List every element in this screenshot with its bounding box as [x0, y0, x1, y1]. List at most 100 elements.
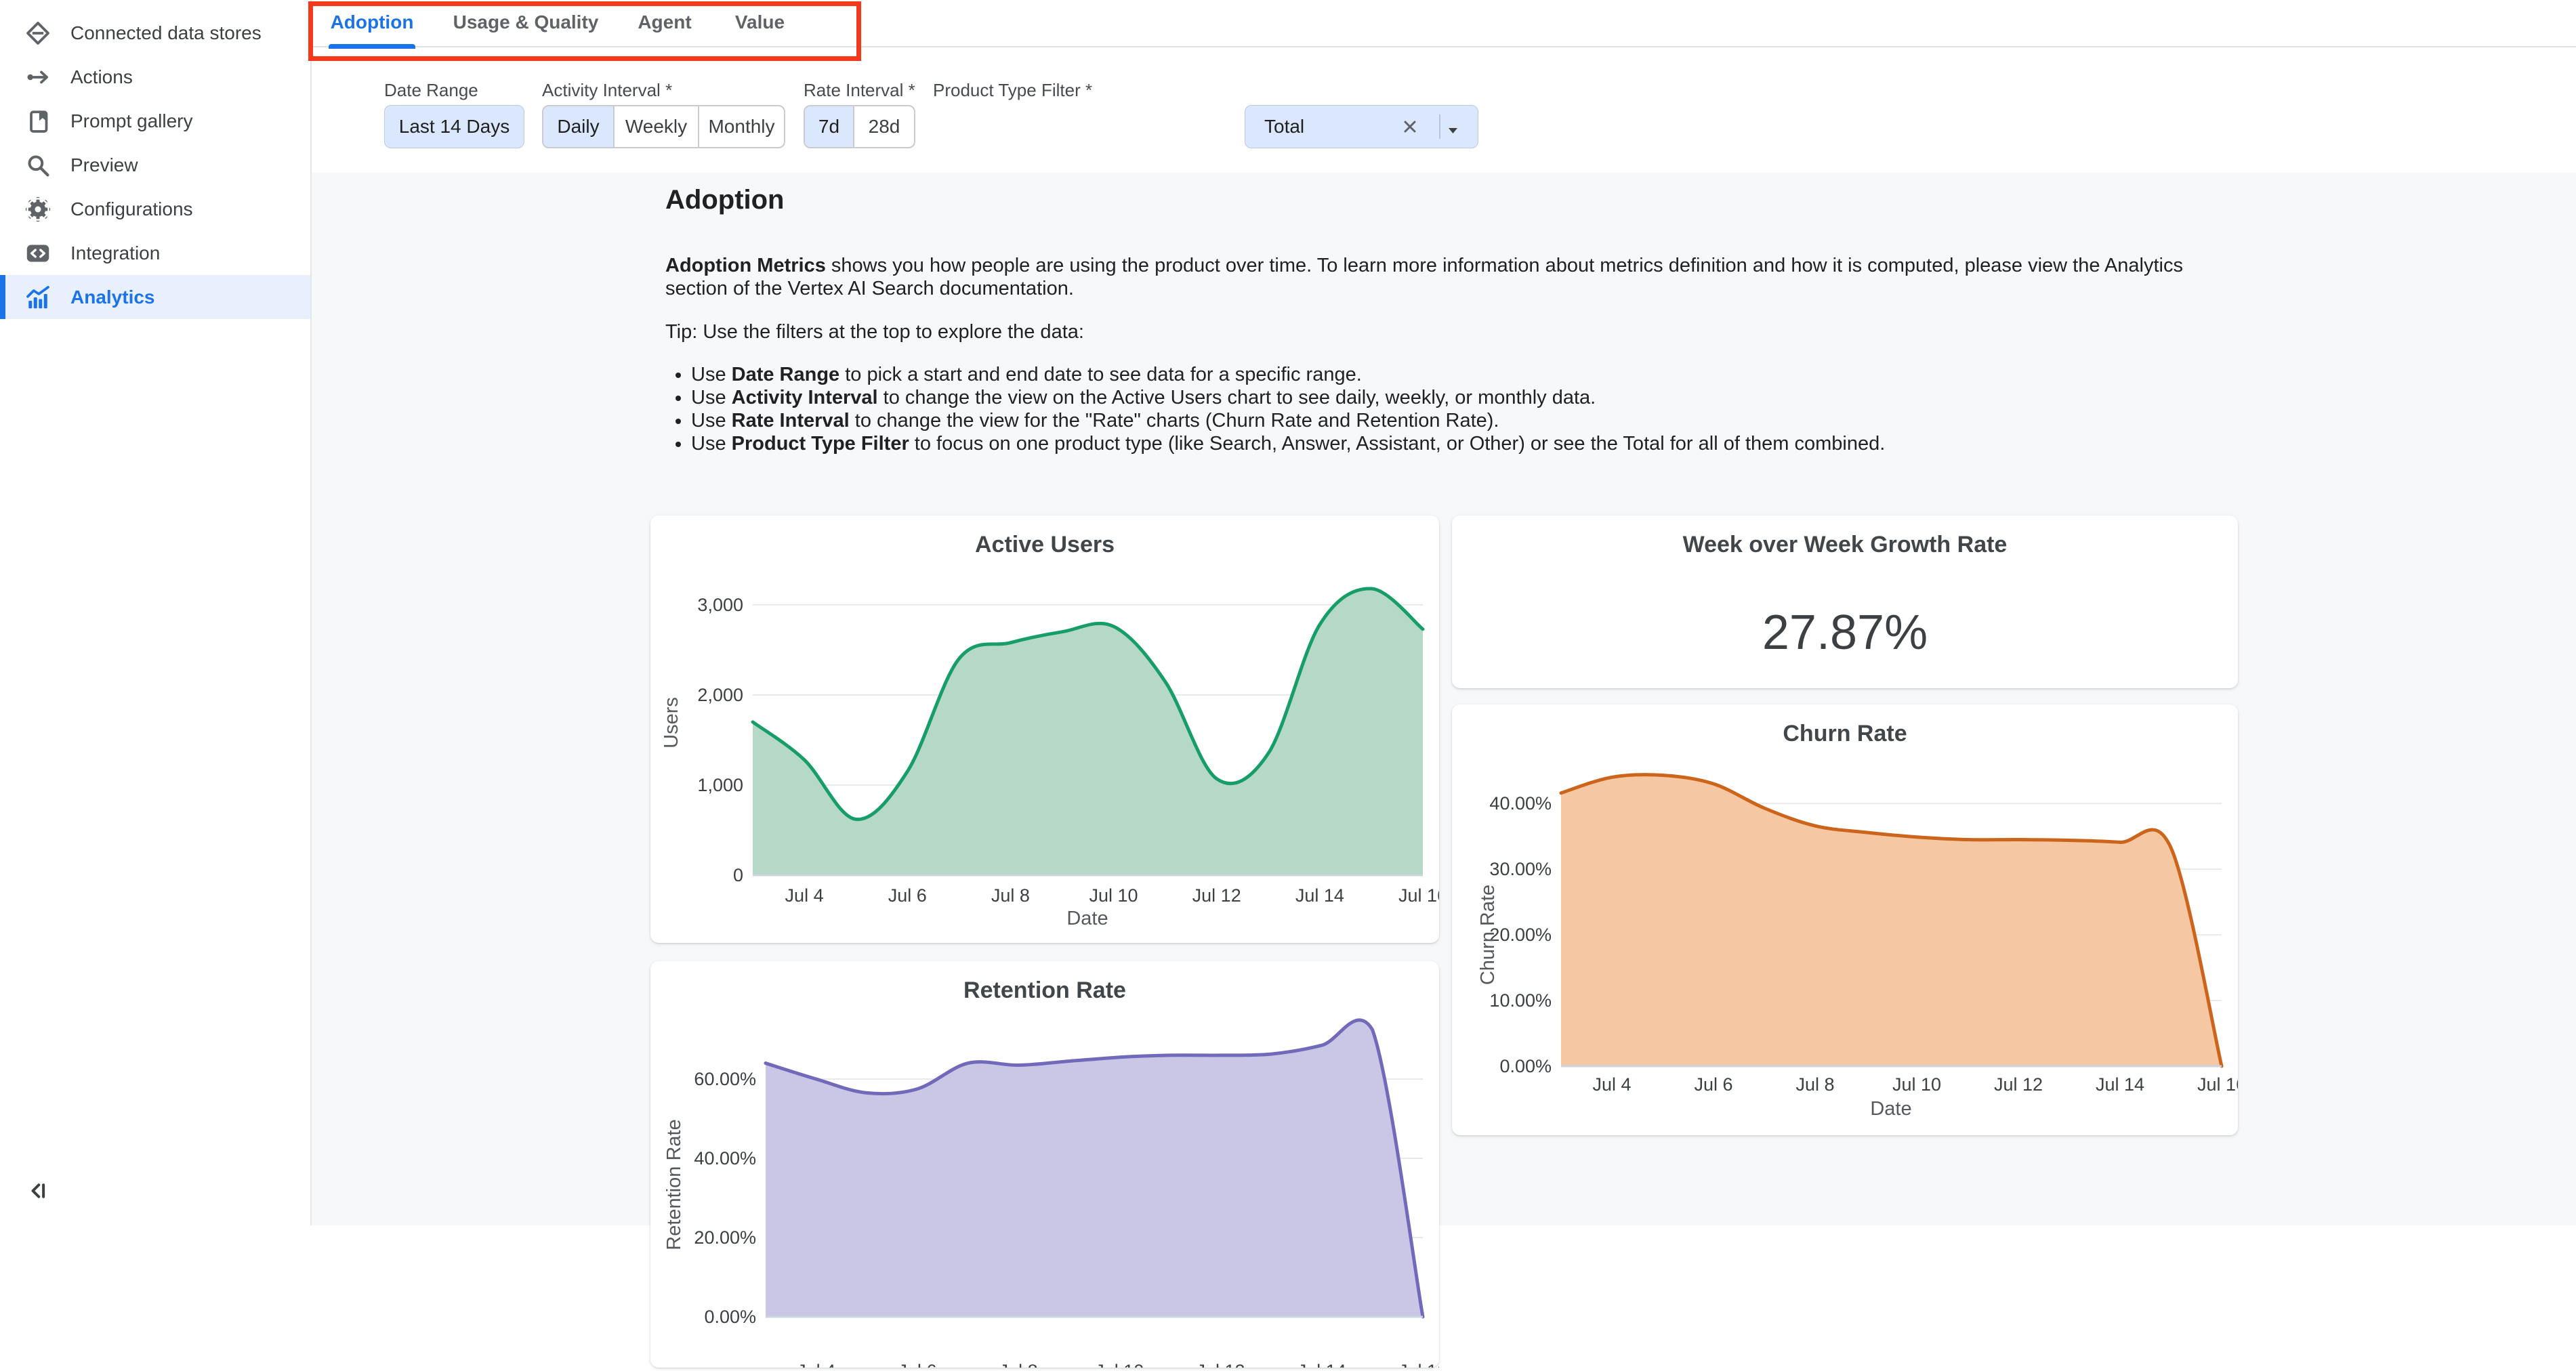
tab-adoption[interactable]: Adoption	[329, 0, 415, 47]
svg-text:Users: Users	[661, 697, 682, 748]
svg-text:Jul 10: Jul 10	[1892, 1074, 1941, 1095]
tab-bar: Adoption Usage & Quality Agent Value	[312, 0, 2576, 47]
date-range-label: Date Range	[384, 80, 478, 101]
tab-agent[interactable]: Agent	[633, 0, 697, 47]
rate-28d-option[interactable]: 28d	[854, 106, 914, 147]
retention-rate-card: 0.00%20.00%40.00%60.00%Jul 4Jul 6Jul 8Ju…	[650, 961, 1439, 1368]
chevron-down-icon[interactable]	[1449, 125, 1457, 130]
divider	[1439, 114, 1440, 139]
list-item: Use Rate Interval to change the view for…	[691, 409, 1885, 432]
svg-text:2,000: 2,000	[697, 685, 743, 705]
product-type-filter-label: Product Type Filter *	[933, 80, 1092, 101]
rate-interval-label: Rate Interval *	[804, 80, 915, 101]
active-users-chart: 01,0002,0003,000Jul 4Jul 6Jul 8Jul 10Jul…	[650, 515, 1439, 946]
svg-text:Jul 14: Jul 14	[2096, 1074, 2144, 1095]
analytics-dashboard: { "colors": { "accent_blue": "#1a73e8", …	[0, 0, 2576, 1225]
preview-icon	[24, 152, 51, 179]
sidebar-item-prompt-gallery[interactable]: Prompt gallery	[0, 99, 310, 143]
sidebar-item-label: Prompt gallery	[70, 110, 193, 132]
activity-monthly-option[interactable]: Monthly	[699, 106, 784, 147]
svg-text:Jul 10: Jul 10	[1089, 885, 1138, 906]
actions-icon	[24, 64, 51, 91]
svg-text:Jul 16: Jul 16	[2197, 1074, 2238, 1095]
rate-7d-option[interactable]: 7d	[805, 106, 854, 147]
svg-text:0.00%: 0.00%	[1499, 1056, 1552, 1076]
main-content: Adoption Adoption Metrics shows you how …	[312, 173, 2576, 1225]
sidebar-item-label: Analytics	[70, 287, 155, 308]
integration-icon	[24, 240, 51, 267]
svg-text:Jul 6: Jul 6	[898, 1361, 936, 1368]
svg-text:Jul 14: Jul 14	[1297, 1361, 1346, 1368]
intro-paragraph: Adoption Metrics shows you how people ar…	[665, 254, 2291, 300]
svg-text:Jul 6: Jul 6	[1694, 1074, 1732, 1095]
rate-interval-segmented: 7d 28d	[804, 105, 915, 148]
tips-list: Use Date Range to pick a start and end d…	[691, 363, 1885, 455]
data-stores-icon	[24, 20, 51, 47]
svg-text:Jul 4: Jul 4	[1592, 1074, 1631, 1095]
svg-text:Jul 8: Jul 8	[999, 1361, 1038, 1368]
svg-text:20.00%: 20.00%	[694, 1227, 756, 1248]
retention-rate-chart: 0.00%20.00%40.00%60.00%Jul 4Jul 6Jul 8Ju…	[650, 961, 1439, 1371]
svg-text:Jul 16: Jul 16	[1398, 885, 1439, 906]
sidebar-item-connected-data-stores[interactable]: Connected data stores	[0, 11, 310, 55]
tab-value[interactable]: Value	[728, 0, 792, 47]
configurations-icon	[24, 196, 51, 223]
svg-text:40.00%: 40.00%	[1489, 793, 1552, 814]
svg-text:Jul 4: Jul 4	[797, 1361, 835, 1368]
svg-text:3,000: 3,000	[697, 595, 743, 615]
churn-rate-card: 0.00% 10.00% 20.00% 30.00% 40.00% Jul 4 Jul 6 J…	[1452, 704, 2238, 1135]
svg-text:0: 0	[733, 865, 743, 885]
page-title: Adoption	[665, 185, 785, 215]
sidebar-item-configurations[interactable]: Configurations	[0, 187, 310, 231]
svg-text:40.00%: 40.00%	[694, 1148, 756, 1168]
activity-daily-option[interactable]: Daily	[543, 106, 615, 147]
churn-rate-chart: 0.00% 10.00% 20.00% 30.00% 40.00% Jul 4 Jul 6 J…	[1452, 704, 2238, 1139]
active-users-card: 01,0002,0003,000Jul 4Jul 6Jul 8Jul 10Jul…	[650, 515, 1439, 943]
svg-text:Jul 16: Jul 16	[1398, 1361, 1439, 1368]
sidebar-item-label: Actions	[70, 66, 133, 88]
svg-text:Jul 8: Jul 8	[991, 885, 1030, 906]
date-range-chip[interactable]: Last 14 Days	[384, 105, 524, 148]
svg-text:Jul 14: Jul 14	[1295, 885, 1344, 906]
svg-text:Jul 12: Jul 12	[1994, 1074, 2043, 1095]
svg-text:Date: Date	[1066, 908, 1108, 929]
svg-text:Jul 12: Jul 12	[1197, 1361, 1245, 1368]
sidebar-item-actions[interactable]: Actions	[0, 55, 310, 99]
collapse-sidebar-icon[interactable]	[24, 1177, 51, 1204]
activity-interval-segmented: Daily Weekly Monthly	[542, 105, 785, 148]
sidebar: Connected data stores Actions Prompt gal…	[0, 0, 312, 1225]
sidebar-item-label: Preview	[70, 154, 138, 176]
svg-text:Jul 12: Jul 12	[1192, 885, 1241, 906]
svg-text:Jul 8: Jul 8	[1795, 1074, 1834, 1095]
svg-text:Jul 10: Jul 10	[1095, 1361, 1144, 1368]
chart-title: Retention Rate	[650, 977, 1439, 1004]
svg-text:Date: Date	[1870, 1098, 1911, 1120]
list-item: Use Product Type Filter to focus on one …	[691, 432, 1885, 455]
svg-text:0.00%: 0.00%	[704, 1307, 756, 1327]
topbar: Adoption Usage & Quality Agent Value Dat…	[312, 0, 2576, 173]
activity-weekly-option[interactable]: Weekly	[615, 106, 699, 147]
wow-growth-value: 27.87%	[1452, 605, 2238, 660]
sidebar-item-analytics[interactable]: Analytics	[0, 275, 310, 319]
activity-interval-label: Activity Interval *	[542, 80, 672, 101]
svg-text:10.00%: 10.00%	[1489, 990, 1552, 1011]
product-type-filter-select[interactable]: Total	[1245, 105, 1478, 148]
analytics-icon	[24, 284, 51, 311]
svg-text:Retention Rate: Retention Rate	[663, 1119, 685, 1250]
chart-title: Churn Rate	[1452, 721, 2238, 747]
svg-text:1,000: 1,000	[697, 775, 743, 795]
sidebar-item-preview[interactable]: Preview	[0, 143, 310, 187]
list-item: Use Activity Interval to change the view…	[691, 386, 1885, 409]
sidebar-item-label: Integration	[70, 242, 160, 264]
svg-text:Jul 4: Jul 4	[785, 885, 824, 906]
svg-text:30.00%: 30.00%	[1489, 859, 1552, 879]
tip-text: Tip: Use the filters at the top to explo…	[665, 320, 1084, 343]
clear-filter-icon[interactable]	[1400, 117, 1420, 137]
svg-text:Churn Rate: Churn Rate	[1477, 885, 1499, 985]
svg-text:20.00%: 20.00%	[1489, 925, 1552, 945]
list-item: Use Date Range to pick a start and end d…	[691, 363, 1885, 386]
sidebar-item-label: Configurations	[70, 198, 193, 220]
chart-title: Active Users	[650, 532, 1439, 558]
sidebar-item-integration[interactable]: Integration	[0, 231, 310, 275]
tab-usage-quality[interactable]: Usage & Quality	[452, 0, 600, 47]
